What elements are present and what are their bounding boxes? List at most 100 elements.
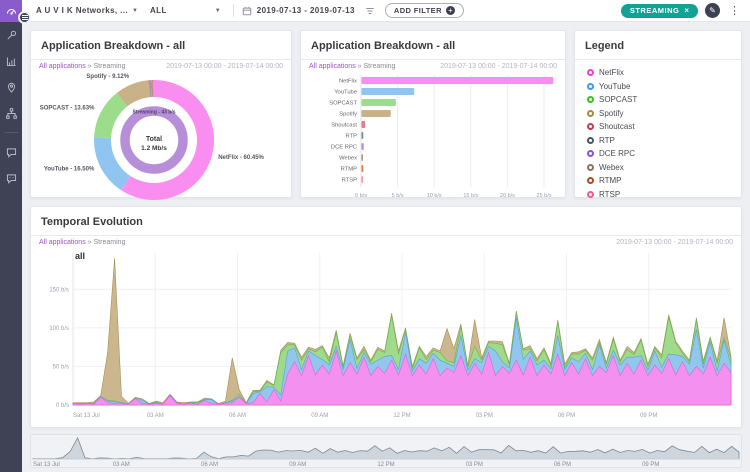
overview-brush-panel[interactable]: Sat 13 Jul03 AM06 AM09 AM12 PM03 PM06 PM… [30,434,742,468]
more-menu-icon[interactable]: ⋮ [727,4,742,17]
org-caret-icon[interactable]: ▼ [132,8,138,14]
temporal-xtick-label: 06 PM [558,413,575,419]
legend-item-label: YouTube [599,82,630,91]
bar-chart-icon [5,55,18,68]
panel-application-breakdown-bars: Application Breakdown - all All applicat… [300,30,566,198]
panel-title: Temporal Evolution [41,216,143,228]
bar-rtsp[interactable] [362,176,363,183]
add-filter-button[interactable]: ADD FILTER + [385,3,464,18]
sidebar-collapse-button[interactable] [18,11,31,24]
legend-item-rtsp[interactable]: RTSP [587,190,729,199]
breadcrumb-root-link[interactable]: All applications [309,63,356,70]
sidebar [0,0,22,472]
legend-item-rtmp[interactable]: RTMP [587,176,729,185]
temporal-ytick-label: 150 b/s [49,287,69,293]
legend-color-dot [587,150,594,157]
breadcrumb-root-link[interactable]: All applications [39,63,86,70]
legend-item-shoutcast[interactable]: Shoutcast [587,122,729,131]
sidebar-item-feedback[interactable] [0,165,22,191]
legend-color-dot [587,83,594,90]
bar-category-label: RTP [346,134,358,140]
scope-selector[interactable]: ALL [150,6,167,15]
bar-rtp[interactable] [362,132,364,139]
bar-category-label: NetFlix [339,79,357,85]
breadcrumb-sep: » [88,63,92,70]
overview-brush-chart[interactable]: Sat 13 Jul03 AM06 AM09 AM12 PM03 PM06 PM… [31,435,741,467]
pie-center-title: Total [146,136,162,143]
overview-xtick-label: Sat 13 Jul [33,462,60,467]
bar-spotify[interactable] [362,110,391,117]
gauge-icon [5,5,18,18]
bar-rtmp[interactable] [362,165,364,172]
pie-inner-ring-label: Streaming - 43 b/s [132,110,175,116]
breadcrumb: All applications » Streaming [309,63,395,70]
sidebar-item-tools[interactable] [0,22,22,48]
legend-item-label: Spotify [599,109,623,118]
legend-item-label: DCE RPC [599,149,635,158]
filter-lines-icon[interactable] [365,6,375,16]
bar-netflix[interactable] [362,77,554,84]
overview-xtick-label: 06 PM [554,462,571,467]
legend-item-webex[interactable]: Webex [587,163,729,172]
pie-slice-label: Spotify - 9.12% [86,74,129,80]
main-content: Application Breakdown - all All applicat… [22,22,750,472]
legend-item-sopcast[interactable]: SOPCAST [587,95,729,104]
pie-slice-label: YouTube - 16.50% [44,166,95,172]
wrench-icon [5,29,18,42]
legend-item-label: Webex [599,163,624,172]
legend-color-dot [587,123,594,130]
scope-caret-icon[interactable]: ▼ [215,8,221,14]
bar-xtick-label: 5 b/s [392,193,404,199]
legend-item-dce-rpc[interactable]: DCE RPC [587,149,729,158]
sitemap-icon [5,107,18,120]
bar-chart: 0 b/s5 b/s10 b/s15 b/s20 b/s25 b/sNetFli… [309,71,559,204]
bar-youtube[interactable] [362,88,415,95]
bar-sopcast[interactable] [362,99,396,106]
bar-dce-rpc[interactable] [362,143,364,150]
temporal-xtick-label: 03 PM [476,413,493,419]
legend-item-netflix[interactable]: NetFlix [587,68,729,77]
temporal-ytick-label: 50 b/s [53,364,69,370]
bar-shoutcast[interactable] [362,121,366,128]
org-selector[interactable]: A U V I K Networks, ... [36,6,128,15]
legend-item-label: SOPCAST [599,95,637,104]
breadcrumb: All applications » Streaming [39,239,125,246]
bar-category-label: SOPCAST [329,101,357,107]
sidebar-item-chat[interactable] [0,139,22,165]
pie-slice-label: NetFlix - 60.45% [218,155,264,161]
legend-color-dot [587,110,594,117]
sidebar-item-reports[interactable] [0,48,22,74]
panel-legend: Legend NetFlix YouTube SOPCAST Spotify Shout… [574,30,742,198]
edit-button[interactable]: ✎ [705,3,720,18]
temporal-area-chart: 150 b/s100 b/s50 b/s0 b/sSat 13 Jul03 AM… [39,247,735,434]
temporal-xtick-label: 09 PM [640,413,657,419]
date-range-picker[interactable]: 2019-07-13 - 2019-07-13 [257,6,355,15]
panel-title: Application Breakdown - all [311,40,455,52]
bar-xtick-label: 15 b/s [463,193,478,199]
panel-title: Legend [585,40,624,52]
temporal-xtick-label: 03 AM [147,413,164,419]
overview-xtick-label: 03 AM [113,462,130,467]
legend-item-spotify[interactable]: Spotify [587,109,729,118]
chat-bubble-icon [5,146,18,159]
chip-close-icon[interactable]: × [684,6,689,15]
legend-item-rtp[interactable]: RTP [587,136,729,145]
bar-category-label: RTMP [341,167,357,173]
overview-area[interactable] [33,438,739,459]
panel-date-range: 2019-07-13 00:00 - 2019-07-14 00:00 [440,63,557,70]
panel-title: Application Breakdown - all [41,40,185,52]
bar-webex[interactable] [362,154,363,161]
overview-xtick-label: 06 AM [201,462,218,467]
sidebar-divider [4,132,18,133]
sidebar-item-topology[interactable] [0,100,22,126]
streaming-filter-chip[interactable]: STREAMING × [621,4,698,18]
sidebar-item-map[interactable] [0,74,22,100]
legend-item-label: Shoutcast [599,122,635,131]
breadcrumb-root-link[interactable]: All applications [39,239,86,246]
legend-item-youtube[interactable]: YouTube [587,82,729,91]
legend-color-dot [587,177,594,184]
series-group-label: all [75,251,85,261]
legend-color-dot [587,191,594,198]
legend-color-dot [587,164,594,171]
calendar-icon[interactable] [242,6,252,16]
